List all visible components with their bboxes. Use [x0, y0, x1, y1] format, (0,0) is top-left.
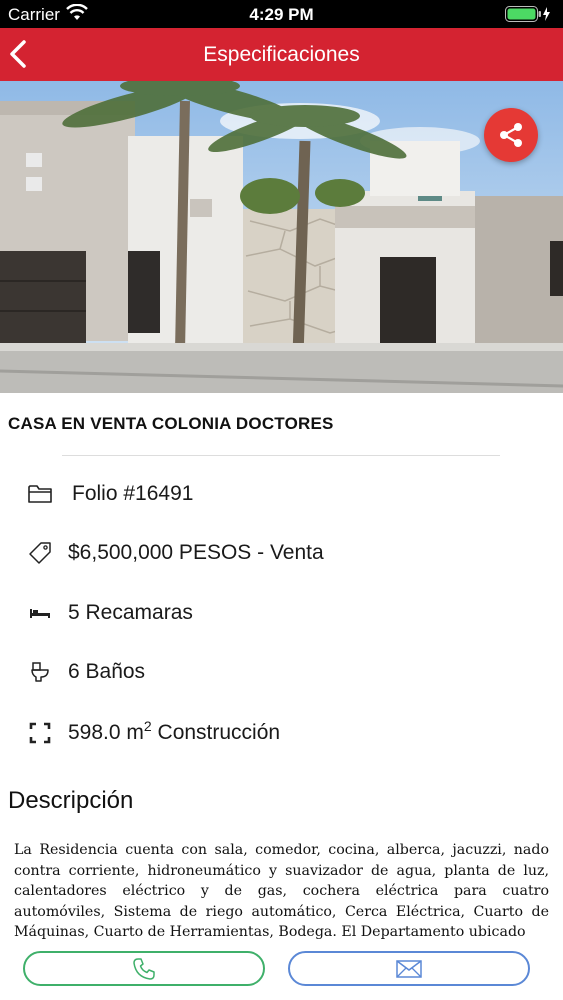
share-button[interactable]	[484, 108, 538, 162]
page-title: Especificaciones	[203, 43, 360, 66]
bed-icon	[26, 599, 54, 627]
toilet-icon	[26, 658, 54, 686]
area-value: 598.0 m	[68, 721, 144, 744]
area-label: 598.0 m2 Construcción	[68, 718, 281, 745]
battery-icon	[505, 6, 550, 22]
envelope-icon	[396, 959, 422, 978]
spec-bedrooms: 5 Recamaras	[26, 596, 193, 630]
description-heading: Descripción	[8, 787, 134, 814]
phone-icon	[133, 957, 155, 980]
spec-price: $6,500,000 PESOS - Venta	[26, 536, 324, 570]
clock: 4:29 PM	[249, 5, 314, 24]
status-bar: Carrier 4:29 PM	[0, 0, 563, 28]
spec-area: 598.0 m2 Construcción	[26, 716, 280, 750]
expand-icon	[26, 719, 54, 747]
spec-bathrooms: 6 Baños	[26, 655, 145, 689]
folio-label: Folio #16491	[72, 482, 194, 505]
email-button[interactable]	[288, 951, 530, 986]
share-icon	[500, 123, 522, 147]
description-text: La Residencia cuenta con sala, comedor, …	[14, 842, 549, 940]
bedrooms-label: 5 Recamaras	[68, 601, 193, 624]
divider	[62, 455, 500, 456]
tag-icon	[26, 539, 54, 567]
property-photo[interactable]	[0, 81, 563, 393]
call-button[interactable]	[23, 951, 265, 986]
price-label: $6,500,000 PESOS - Venta	[68, 541, 324, 564]
area-unit-label: Construcción	[151, 721, 281, 744]
nav-bar: Especificaciones	[0, 28, 563, 81]
area-exponent: 2	[143, 718, 152, 734]
house-illustration	[0, 81, 563, 393]
bathrooms-label: 6 Baños	[68, 660, 146, 683]
property-title: CASA EN VENTA COLONIA DOCTORES	[8, 414, 334, 433]
spec-folio: Folio #16491	[26, 477, 193, 511]
folder-icon	[26, 480, 54, 508]
